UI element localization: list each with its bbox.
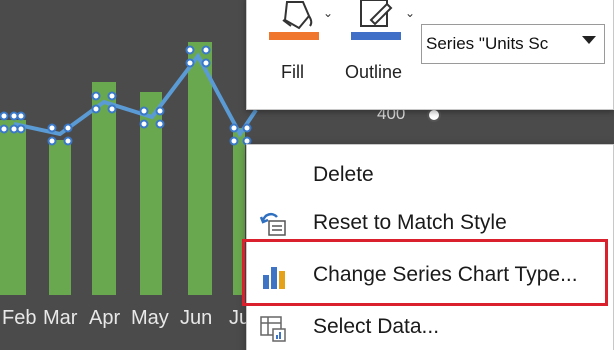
outline-color-swatch — [351, 32, 401, 40]
x-tick-label: Mar — [43, 307, 78, 329]
pen-icon — [360, 0, 393, 27]
resize-handle[interactable] — [427, 108, 441, 122]
menu-item-label: Delete — [313, 163, 374, 186]
series-selector-dropdown[interactable]: Series "Units Sc — [421, 24, 605, 64]
outline-button[interactable]: ⌄ Outline — [343, 0, 423, 96]
bar-feb[interactable] — [49, 140, 71, 295]
x-tick-label: May — [131, 307, 169, 329]
menu-item-label: Select Data... — [313, 315, 440, 338]
x-tick-label: Feb — [2, 307, 37, 329]
fill-color-swatch — [269, 32, 319, 40]
paint-bucket-icon — [282, 1, 313, 30]
chevron-down-icon[interactable]: ⌄ — [323, 6, 333, 20]
bar-mar[interactable] — [92, 82, 116, 295]
reset-style-icon — [259, 212, 286, 236]
fill-label: Fill — [281, 62, 304, 82]
fill-button[interactable]: ⌄ Fill — [263, 0, 333, 96]
format-mini-toolbar: ⌄ Fill ⌄ Outline Series "Units Sc — [246, 0, 614, 110]
series-line[interactable] — [13, 52, 258, 138]
outline-label: Outline — [345, 62, 403, 82]
select-data-icon — [260, 316, 286, 342]
bar-may[interactable] — [188, 42, 212, 295]
menu-item-select-data[interactable]: Select Data... — [247, 303, 614, 350]
highlight-annotation — [242, 239, 608, 306]
x-tick-label: Apr — [89, 307, 121, 329]
bar-jan[interactable] — [0, 120, 26, 295]
chevron-down-icon[interactable]: ⌄ — [405, 6, 415, 20]
x-tick-label: Jun — [180, 307, 213, 329]
dropdown-arrow-icon[interactable] — [582, 36, 596, 44]
menu-item-label: Reset to Match Style — [313, 211, 507, 234]
menu-item-delete[interactable]: Delete — [247, 151, 614, 199]
series-selector-value: Series "Units Sc — [426, 34, 549, 53]
